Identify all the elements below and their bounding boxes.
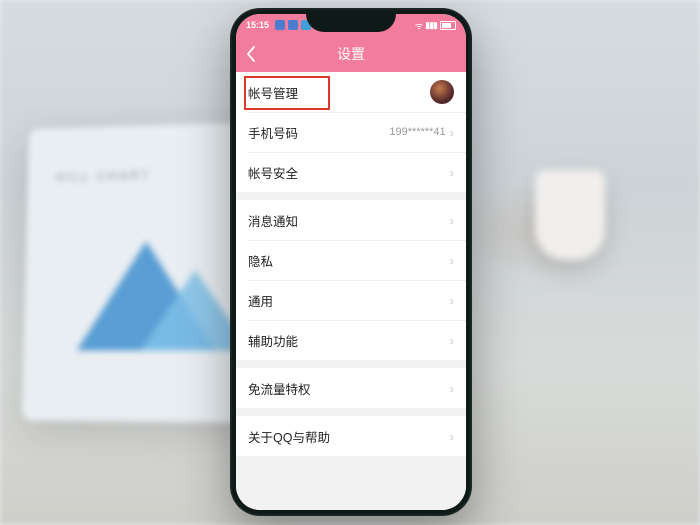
settings-row-notifications[interactable]: 消息通知›	[236, 200, 466, 240]
settings-group: 关于QQ与帮助›	[236, 416, 466, 456]
back-button[interactable]	[246, 36, 256, 72]
settings-row-general[interactable]: 通用›	[236, 280, 466, 320]
settings-row-accessibility[interactable]: 辅助功能›	[236, 320, 466, 360]
settings-group: 帐号管理手机号码199******41›帐号安全›	[236, 72, 466, 192]
page-title: 设置	[337, 44, 365, 64]
row-label: 帐号安全	[248, 163, 450, 182]
chevron-right-icon: ›	[450, 333, 454, 348]
row-label: 手机号码	[248, 123, 389, 142]
status-app-icon	[288, 20, 298, 30]
chevron-right-icon: ›	[450, 125, 454, 140]
settings-row-account[interactable]: 帐号管理	[236, 72, 466, 112]
phone-screen: 15:15 ᯤ ▮▮▮ 设置 帐号管理手机号码199******41›帐号安全›…	[236, 14, 466, 510]
row-label: 隐私	[248, 251, 450, 270]
chevron-right-icon: ›	[450, 429, 454, 444]
chevron-right-icon: ›	[450, 381, 454, 396]
status-app-icons	[275, 20, 311, 30]
chevron-left-icon	[246, 46, 256, 62]
settings-row-phone[interactable]: 手机号码199******41 ›	[236, 112, 466, 152]
settings-row-security[interactable]: 帐号安全›	[236, 152, 466, 192]
row-label: 辅助功能	[248, 331, 450, 350]
mug-decor	[535, 170, 605, 260]
chevron-right-icon: ›	[450, 253, 454, 268]
settings-content[interactable]: 帐号管理手机号码199******41›帐号安全›消息通知›隐私›通用›辅助功能…	[236, 72, 466, 510]
chevron-right-icon: ›	[450, 213, 454, 228]
chevron-right-icon: ›	[450, 165, 454, 180]
notch	[306, 14, 396, 32]
settings-row-datafree[interactable]: 免流量特权›	[236, 368, 466, 408]
status-app-icon	[275, 20, 285, 30]
battery-icon	[440, 21, 456, 30]
status-right: ᯤ ▮▮▮	[415, 14, 456, 36]
row-label: 消息通知	[248, 211, 450, 230]
settings-group: 消息通知›隐私›通用›辅助功能›	[236, 200, 466, 360]
row-label: 关于QQ与帮助	[248, 427, 450, 446]
row-label: 通用	[248, 291, 450, 310]
settings-row-about[interactable]: 关于QQ与帮助›	[236, 416, 466, 456]
chevron-right-icon: ›	[450, 293, 454, 308]
phone-frame: 15:15 ᯤ ▮▮▮ 设置 帐号管理手机号码199******41›帐号安全›…	[230, 8, 472, 516]
row-label: 帐号管理	[248, 83, 430, 102]
header-bar: 设置	[236, 36, 466, 72]
row-value: 199******41	[389, 126, 445, 138]
row-label: 免流量特权	[248, 379, 450, 398]
status-time: 15:15	[246, 20, 269, 30]
settings-row-privacy[interactable]: 隐私›	[236, 240, 466, 280]
avatar	[430, 80, 454, 104]
settings-group: 免流量特权›	[236, 368, 466, 408]
wifi-icon: ᯤ	[415, 19, 422, 32]
signal-icon: ▮▮▮	[425, 20, 437, 31]
